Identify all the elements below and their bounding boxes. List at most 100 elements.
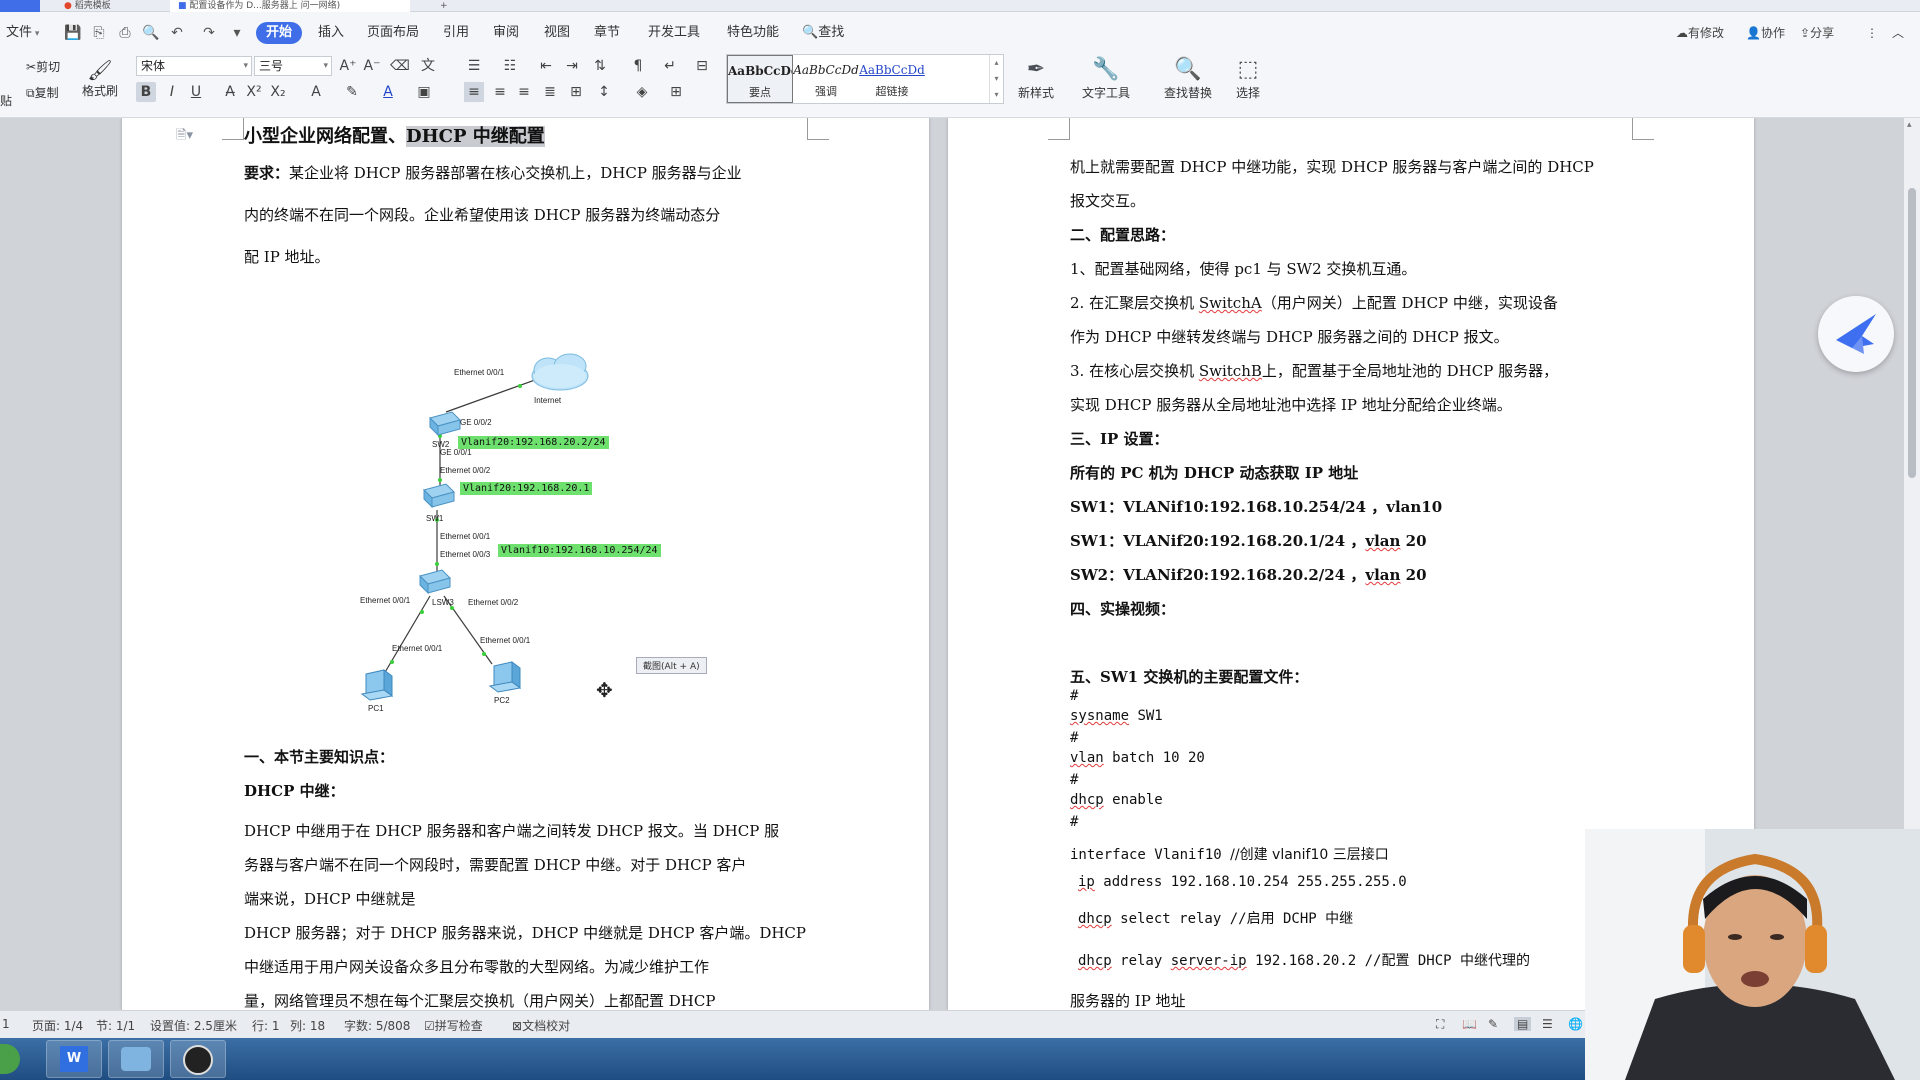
scroll-up-icon[interactable]: ▴ <box>1907 120 1912 130</box>
new-style-button[interactable]: ✒ 新样式 <box>1006 56 1066 101</box>
doc-title[interactable]: 小型企业网络配置、DHCP 中继配置 <box>244 122 545 148</box>
config-dhcp-select-relay[interactable]: dhcp select relay //启用 DCHP 中继 <box>1078 908 1353 928</box>
scrollbar-thumb[interactable] <box>1908 188 1916 478</box>
grow-font-icon[interactable]: A⁺ <box>338 56 358 76</box>
doc-tab-template[interactable]: ● 稻壳模板 <box>56 0 156 12</box>
start-button[interactable] <box>0 1044 20 1074</box>
char-border-icon[interactable]: ▣ <box>414 82 434 102</box>
collaborate-button[interactable]: 👤协作 <box>1746 22 1785 44</box>
section-1-line-5[interactable]: 中继适用于用户网关设备众多且分布零散的大型网络。为减少维护工作 <box>244 956 709 977</box>
read-mode-icon[interactable]: 📖 <box>1462 1017 1477 1031</box>
print-icon[interactable]: ⎙ <box>116 24 134 42</box>
font-size-select[interactable]: 三号 ▾ <box>254 56 332 76</box>
outline-view-icon[interactable]: ☰ <box>1542 1017 1553 1031</box>
decrease-indent-icon[interactable]: ⇤ <box>536 56 556 76</box>
redo-icon[interactable]: ↷ <box>200 24 218 42</box>
doc-proofread-toggle[interactable]: ⊠文档校对 <box>512 1017 570 1034</box>
shrink-font-icon[interactable]: A⁻ <box>362 56 382 76</box>
section-3-title[interactable]: 三、IP 设置： <box>1070 428 1169 449</box>
config-hash[interactable]: # <box>1070 814 1078 830</box>
tab-insert[interactable]: 插入 <box>318 22 344 44</box>
modified-button[interactable]: ☁有修改 <box>1676 22 1724 44</box>
tab-developer[interactable]: 开发工具 <box>648 22 700 44</box>
bold-icon[interactable]: B <box>136 82 156 102</box>
paste-button[interactable]: 贴 <box>0 92 12 109</box>
spell-check-toggle[interactable]: ☑拼写检查 <box>424 1017 483 1034</box>
section-2-line-1[interactable]: 1、配置基础网络，使得 pc1 与 SW2 交换机互通。 <box>1070 258 1416 279</box>
config-dhcp-relay-server[interactable]: dhcp relay server-ip 192.168.20.2 //配置 D… <box>1078 950 1530 970</box>
gallery-scroll[interactable]: ▴ ▾ ▾ <box>989 55 1003 103</box>
status-setting[interactable]: 设置值: 2.5厘米 <box>150 1017 237 1034</box>
copy-button[interactable]: ⧉复制 <box>26 84 59 101</box>
status-page[interactable]: 页面: 1/4 <box>32 1017 83 1034</box>
section-1-line-1[interactable]: DHCP 中继用于在 DHCP 服务器和客户端之间转发 DHCP 报文。当 DH… <box>244 820 779 841</box>
config-hash[interactable]: # <box>1070 688 1078 704</box>
section-5-title[interactable]: 五、SW1 交换机的主要配置文件： <box>1070 666 1308 687</box>
more-icon[interactable]: ⋮ <box>1866 22 1878 44</box>
edit-mode-icon[interactable]: ✎ <box>1488 1017 1498 1031</box>
shading-icon[interactable]: ◈ <box>632 82 652 102</box>
bullet-list-icon[interactable]: ☰ <box>464 56 484 76</box>
requirement-line-3[interactable]: 配 IP 地址。 <box>244 246 330 267</box>
align-center-icon[interactable]: ≡ <box>490 82 510 102</box>
show-marks-icon[interactable]: ¶ <box>628 56 648 76</box>
taskbar-ensp[interactable] <box>108 1040 164 1078</box>
strikethrough-icon[interactable]: A̶ <box>220 82 240 102</box>
tab-chapter[interactable]: 章节 <box>594 22 620 44</box>
section-1-line-3[interactable]: 端来说，DHCP 中继就是 <box>244 888 415 909</box>
print-preview-icon[interactable]: 🔍 <box>142 24 160 42</box>
tab-stop-icon[interactable]: ↵ <box>660 56 680 76</box>
select-button[interactable]: ⬚ 选择 <box>1218 56 1278 101</box>
ruler-icon[interactable]: ⊟ <box>692 56 712 76</box>
highlight-icon[interactable]: ✎ <box>342 82 362 102</box>
status-word-count[interactable]: 字数: 5/808 <box>344 1017 410 1034</box>
section-1-line-2[interactable]: 务器与客户端不在同一个网段时，需要配置 DHCP 中继。对于 DHCP 客户 <box>244 854 746 875</box>
taskbar-obs[interactable] <box>170 1040 226 1078</box>
superscript-icon[interactable]: X² <box>244 82 264 102</box>
text-effect-icon[interactable]: A <box>306 82 326 102</box>
phonetic-icon[interactable]: 文 <box>418 56 438 76</box>
section-1-subtitle[interactable]: DHCP 中继： <box>244 780 345 801</box>
section-2-line-3[interactable]: 作为 DHCP 中继转发终端与 DHCP 服务器之间的 DHCP 报文。 <box>1070 326 1509 347</box>
section-2-line-5[interactable]: 实现 DHCP 服务器从全局地址池中选择 IP 地址分配给企业终端。 <box>1070 394 1512 415</box>
align-left-icon[interactable]: ≡ <box>464 82 484 102</box>
share-button[interactable]: ⇪分享 <box>1800 22 1834 44</box>
collapse-ribbon-icon[interactable]: ︿ <box>1892 22 1904 44</box>
config-server-tail[interactable]: 服务器的 IP 地址 <box>1070 990 1186 1010</box>
taskbar-wps-writer[interactable]: W <box>46 1040 102 1078</box>
assistant-bird-button[interactable] <box>1818 296 1894 372</box>
subscript-icon[interactable]: X₂ <box>268 82 288 102</box>
format-paint-icon[interactable]: ⎘ <box>90 24 108 42</box>
justify-icon[interactable]: ≣ <box>540 82 560 102</box>
fullscreen-icon[interactable]: ⛶ <box>1436 1017 1444 1032</box>
doc-tab-current[interactable]: ■ 配置设备作为 D...服务器上 问一网络) <box>170 0 410 12</box>
section-3-line-1[interactable]: 所有的 PC 机为 DHCP 动态获取 IP 地址 <box>1070 462 1358 483</box>
search-box[interactable]: 🔍查找 <box>802 22 844 44</box>
home-tab-edge[interactable] <box>0 0 40 12</box>
config-dhcp-enable[interactable]: dhcp enable <box>1070 792 1163 808</box>
section-1-line-4[interactable]: DHCP 服务器；对于 DHCP 服务器来说，DHCP 中继就是 DHCP 客户… <box>244 922 806 943</box>
config-hash[interactable]: # <box>1070 730 1078 746</box>
section-3-line-3[interactable]: SW1：VLANif20:192.168.20.1/24 ，vlan 20 <box>1070 530 1427 551</box>
italic-icon[interactable]: I <box>162 82 182 102</box>
tab-home[interactable]: 开始 <box>256 22 303 44</box>
borders-icon[interactable]: ⊞ <box>666 82 686 102</box>
section-4-title[interactable]: 四、实操视频： <box>1070 598 1175 619</box>
format-painter-button[interactable]: 🖌 格式刷 <box>80 58 120 99</box>
config-hash[interactable]: # <box>1070 772 1078 788</box>
section-2-title[interactable]: 二、配置思路： <box>1070 224 1175 245</box>
tab-features[interactable]: 特色功能 <box>727 22 779 44</box>
style-hyperlink[interactable]: AaBbCcDd 超链接 <box>859 55 925 103</box>
tab-page-layout[interactable]: 页面布局 <box>367 22 419 44</box>
tab-view[interactable]: 视图 <box>544 22 570 44</box>
text-tools-button[interactable]: 🔧 文字工具 <box>1076 56 1136 101</box>
config-sysname[interactable]: sysname SW1 <box>1070 708 1163 724</box>
section-3-line-4[interactable]: SW2：VLANif20:192.168.20.2/24 ，vlan 20 <box>1070 564 1427 585</box>
tab-review[interactable]: 审阅 <box>493 22 519 44</box>
config-ip-address[interactable]: ip address 192.168.10.254 255.255.255.0 <box>1078 874 1407 890</box>
right-line-1[interactable]: 机上就需要配置 DHCP 中继功能，实现 DHCP 服务器与客户端之间的 DHC… <box>1070 156 1594 177</box>
style-emphasis[interactable]: AaBbCcDd 强调 <box>793 55 859 103</box>
numbered-list-icon[interactable]: ☷ <box>500 56 520 76</box>
config-vlan-batch[interactable]: vlan batch 10 20 <box>1070 750 1205 766</box>
requirement-line-2[interactable]: 内的终端不在同一个网段。企业希望使用该 DHCP 服务器为终端动态分 <box>244 204 720 225</box>
